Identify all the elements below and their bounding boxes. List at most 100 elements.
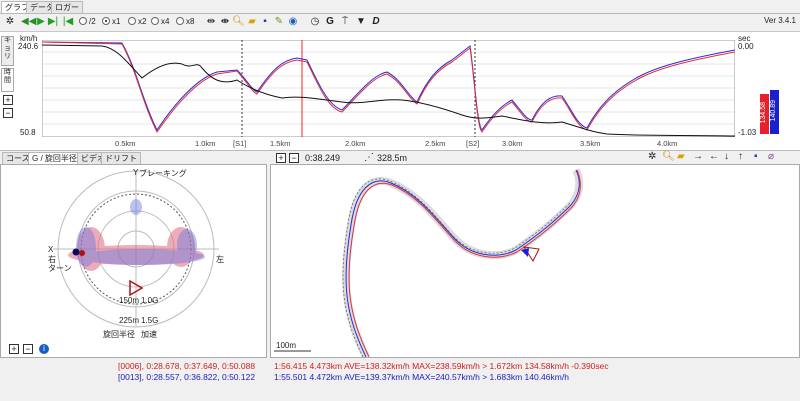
zoom-out-icon[interactable]: − [289,153,299,163]
x-label: 4.0km [657,139,678,148]
current-distance: 328.5m [377,153,408,163]
course-map[interactable] [271,165,799,357]
course-map-panel[interactable]: 100m [270,164,800,358]
skip-back-icon[interactable]: ◀◀ [21,15,36,28]
speed-x2-radio[interactable]: x2 [128,16,146,28]
ruler-icon: ⋰ [364,152,374,163]
save-icon[interactable]: ▪ [259,15,271,28]
x-label: 0.5km [115,139,136,148]
y-bottom-value: 50.8 [20,128,36,137]
arrow-right-icon[interactable]: → [693,151,703,162]
g-15-label: 1.5G [141,316,159,325]
acceleration-label: 加速 [141,330,157,339]
globe-icon[interactable]: ◉ [287,15,299,28]
radio-checked-icon [102,17,110,25]
lap1-sectors: [0006], 0:28.678, 0:37.649, 0:50.088 [118,361,256,371]
triangle-down-icon[interactable]: ▼ [355,15,367,28]
speed-plot[interactable] [42,40,735,137]
settings-icon[interactable]: ✲ [4,15,16,28]
radius-225-label: 225m [119,316,140,325]
open-folder-icon[interactable]: ▰ [246,15,258,28]
x-label: 1.0km [195,139,216,148]
radius-150-label: 150m [119,296,140,305]
lap2-sectors: [0013], 0:28.557, 0:36.822, 0:50.122 [118,372,256,382]
tab-distance[interactable]: キョリ [1,36,14,66]
map-scale-label: 100m [276,341,297,350]
lap2-summary: 1:55.501 4.472km AVE=139.37km/h MAX=240.… [274,372,569,382]
g-axis-y-label: Y [133,168,139,177]
tab-drift[interactable]: ドリフト [101,152,141,164]
arrow-up-icon[interactable]: ↑ [738,151,743,162]
zoom-in-icon[interactable]: + [3,95,13,105]
g-10-label: 1.0G [141,296,159,305]
y-right-bottom-value: -1.03 [738,128,757,137]
lap-blue-line [42,41,735,131]
arrow-down-icon[interactable]: ↓ [724,151,729,162]
zoom-in-icon[interactable]: + [9,344,19,354]
step-back-icon[interactable]: |◀ [62,15,74,28]
search-icon[interactable]: 🔍︎ [662,151,675,162]
shrink-icon[interactable]: ⇼ [219,15,231,28]
stopwatch-icon[interactable]: ◷ [309,15,321,28]
d-icon[interactable]: D [370,15,382,28]
open-folder-icon[interactable]: ▰ [677,151,685,162]
g-axis-x-label: X [48,245,54,254]
turning-radius-label: 旋回半径 [103,330,135,339]
x-label-s2: [S2] [466,139,480,148]
speed-bar-blue-label: 140.89 [770,100,777,122]
speed-bar-red-label: 134.58 [760,102,767,124]
speed-label: /2 [89,17,96,26]
left-direction-label: 左 [216,255,224,264]
x-label-s1: [S1] [233,139,247,148]
speed-graph-panel[interactable]: キョリ 時間 + − km/h 240.6 50.8 sec 0.00 -1.0… [0,32,800,151]
save-icon[interactable]: ▪ [754,151,758,162]
version-label: Ver 3.4.1 [763,16,796,25]
y-top-value: 240.6 [18,42,39,51]
pen-icon[interactable]: ✎ [273,15,285,28]
play-icon[interactable]: ▶ [35,15,47,28]
speed-x1-radio[interactable]: x1 [102,16,120,28]
x-label: 1.5km [270,139,291,148]
zoom-in-icon[interactable]: + [276,153,286,163]
radio-icon [128,17,136,25]
turn-label: ターン [48,264,72,273]
x-label: 2.0km [345,139,366,148]
x-label: 3.5km [580,139,601,148]
search-icon[interactable]: 🔍︎ [232,15,245,28]
speed-label: x8 [186,17,195,26]
main-tab-bar: グラフ データ ロガー [0,0,800,14]
lap-status-bar: [0006], 0:28.678, 0:37.649, 0:50.088 1:5… [0,358,800,401]
tab-logger[interactable]: ロガー [51,1,83,13]
current-time: 0:38.249 [305,153,341,163]
settings-icon[interactable]: ✲ [648,151,656,162]
zoom-out-icon[interactable]: − [23,344,33,354]
radio-icon [176,17,184,25]
speed-half-radio[interactable]: /2 [79,16,96,28]
speed-x8-radio[interactable]: x8 [176,16,194,28]
g-radius-panel[interactable]: Y ブレーキング X 右 ターン 左 150m 1.0G 225m 1.5G 旋… [0,164,267,358]
arrow-left-icon[interactable]: ← [709,151,719,162]
info-icon[interactable]: i [39,344,49,354]
g-circle-plot[interactable] [31,167,241,337]
lap-red-line [42,41,735,133]
radio-icon [151,17,159,25]
eraser-icon[interactable]: ⌀ [768,151,774,162]
radio-icon [79,17,87,25]
tab-time[interactable]: 時間 [1,68,14,92]
gps-icon[interactable]: ⍑ [339,15,351,28]
step-forward-icon[interactable]: ▶| [47,15,59,28]
x-label: 2.5km [425,139,446,148]
x-label: 3.0km [502,139,523,148]
braking-label: ブレーキング [139,169,187,178]
tab-g-radius[interactable]: G / 旋回半径 [28,152,81,164]
zoom-out-icon[interactable]: − [3,108,13,118]
speed-label: x1 [112,17,121,26]
y-right-top-value: 0.00 [738,42,754,51]
g-icon[interactable]: G [324,15,336,28]
mid-toolbar: コース G / 旋回半径 ビデオ ドリフト + − 0:38.249 ⋰ 328… [0,151,800,164]
speed-x4-radio[interactable]: x4 [151,16,169,28]
speed-label: x4 [161,17,170,26]
expand-icon[interactable]: ⇹ [205,15,217,28]
lap1-summary: 1:56.415 4.473km AVE=138.32km/h MAX=238.… [274,361,609,371]
speed-label: x2 [138,17,147,26]
